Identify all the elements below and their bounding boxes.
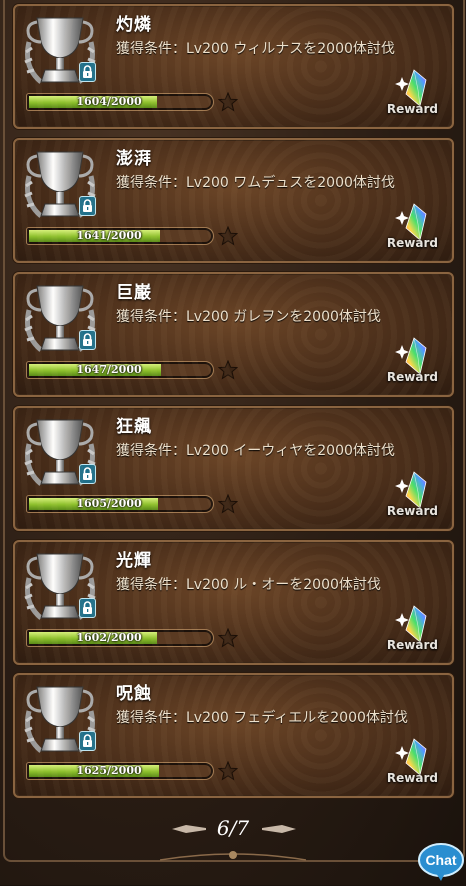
page-indicator: 6/7: [216, 816, 250, 840]
reward-button[interactable]: Reward: [384, 604, 440, 656]
reward-button[interactable]: Reward: [384, 336, 440, 388]
achievement-condition: 獲得条件：Lv200 ウィルナスを2000体討伐: [116, 41, 395, 57]
reward-button[interactable]: Reward: [384, 470, 440, 522]
lock-icon: [79, 330, 96, 350]
reward-button[interactable]: Reward: [384, 202, 440, 254]
progress-bar: 1641/2000: [27, 228, 213, 244]
chat-bubble-icon: Chat: [418, 843, 464, 881]
achievement-card[interactable]: 光輝 獲得条件：Lv200 ル・オーを2000体討伐 1602/2000 Rew…: [13, 540, 454, 665]
progress-text: 1602/2000: [76, 631, 142, 644]
progress-text: 1605/2000: [76, 497, 142, 510]
reward-label: Reward: [386, 771, 438, 785]
achievement-condition: 獲得条件：Lv200 ガレヲンを2000体討伐: [116, 309, 381, 325]
reward-label: Reward: [386, 236, 438, 250]
pager-next-arrow-icon[interactable]: [262, 824, 296, 834]
reward-label: Reward: [386, 638, 438, 652]
star-icon: [218, 226, 238, 246]
progress-text: 1647/2000: [76, 363, 142, 376]
achievement-condition: 獲得条件：Lv200 ル・オーを2000体討伐: [116, 577, 381, 593]
reward-label: Reward: [386, 504, 438, 518]
achievement-card[interactable]: 巨巌 獲得条件：Lv200 ガレヲンを2000体討伐 1647/2000 Rew…: [13, 272, 454, 397]
achievement-condition: 獲得条件：Lv200 フェディエルを2000体討伐: [116, 710, 408, 726]
bottom-ornament-icon: [160, 851, 306, 861]
progress-text: 1604/2000: [76, 95, 142, 108]
lock-icon: [79, 598, 96, 618]
progress-text: 1625/2000: [76, 764, 142, 777]
star-icon: [218, 92, 238, 112]
reward-button[interactable]: Reward: [384, 737, 440, 789]
star-icon: [218, 761, 238, 781]
progress-bar: 1605/2000: [27, 496, 213, 512]
achievement-title: 灼燐: [116, 15, 152, 35]
progress-text: 1641/2000: [76, 229, 142, 242]
lock-icon: [79, 731, 96, 751]
progress-bar: 1647/2000: [27, 362, 213, 378]
achievement-title: 巨巌: [116, 283, 152, 303]
star-icon: [218, 360, 238, 380]
achievement-title: 狂飆: [116, 417, 152, 437]
lock-icon: [79, 196, 96, 216]
achievement-condition: 獲得条件：Lv200 イーウィヤを2000体討伐: [116, 443, 395, 459]
achievement-card[interactable]: 呪蝕 獲得条件：Lv200 フェディエルを2000体討伐 1625/2000 R…: [13, 673, 454, 798]
achievement-condition: 獲得条件：Lv200 ワムデュスを2000体討伐: [116, 175, 395, 191]
progress-bar: 1602/2000: [27, 630, 213, 646]
achievement-card[interactable]: 灼燐 獲得条件：Lv200 ウィルナスを2000体討伐 1604/2000 Re…: [13, 4, 454, 129]
achievement-card[interactable]: 澎湃 獲得条件：Lv200 ワムデュスを2000体討伐 1641/2000 Re…: [13, 138, 454, 263]
reward-label: Reward: [386, 102, 438, 116]
reward-label: Reward: [386, 370, 438, 384]
progress-bar: 1625/2000: [27, 763, 213, 779]
reward-button[interactable]: Reward: [384, 68, 440, 120]
achievement-card[interactable]: 狂飆 獲得条件：Lv200 イーウィヤを2000体討伐 1605/2000 Re…: [13, 406, 454, 531]
achievement-title: 呪蝕: [116, 684, 152, 704]
achievement-title: 光輝: [116, 551, 152, 571]
pagination: 6/7: [0, 808, 466, 848]
lock-icon: [79, 62, 96, 82]
achievement-title: 澎湃: [116, 149, 152, 169]
chat-label: Chat: [425, 852, 456, 868]
star-icon: [218, 628, 238, 648]
lock-icon: [79, 464, 96, 484]
star-icon: [218, 494, 238, 514]
chat-button[interactable]: Chat: [418, 842, 464, 882]
progress-bar: 1604/2000: [27, 94, 213, 110]
